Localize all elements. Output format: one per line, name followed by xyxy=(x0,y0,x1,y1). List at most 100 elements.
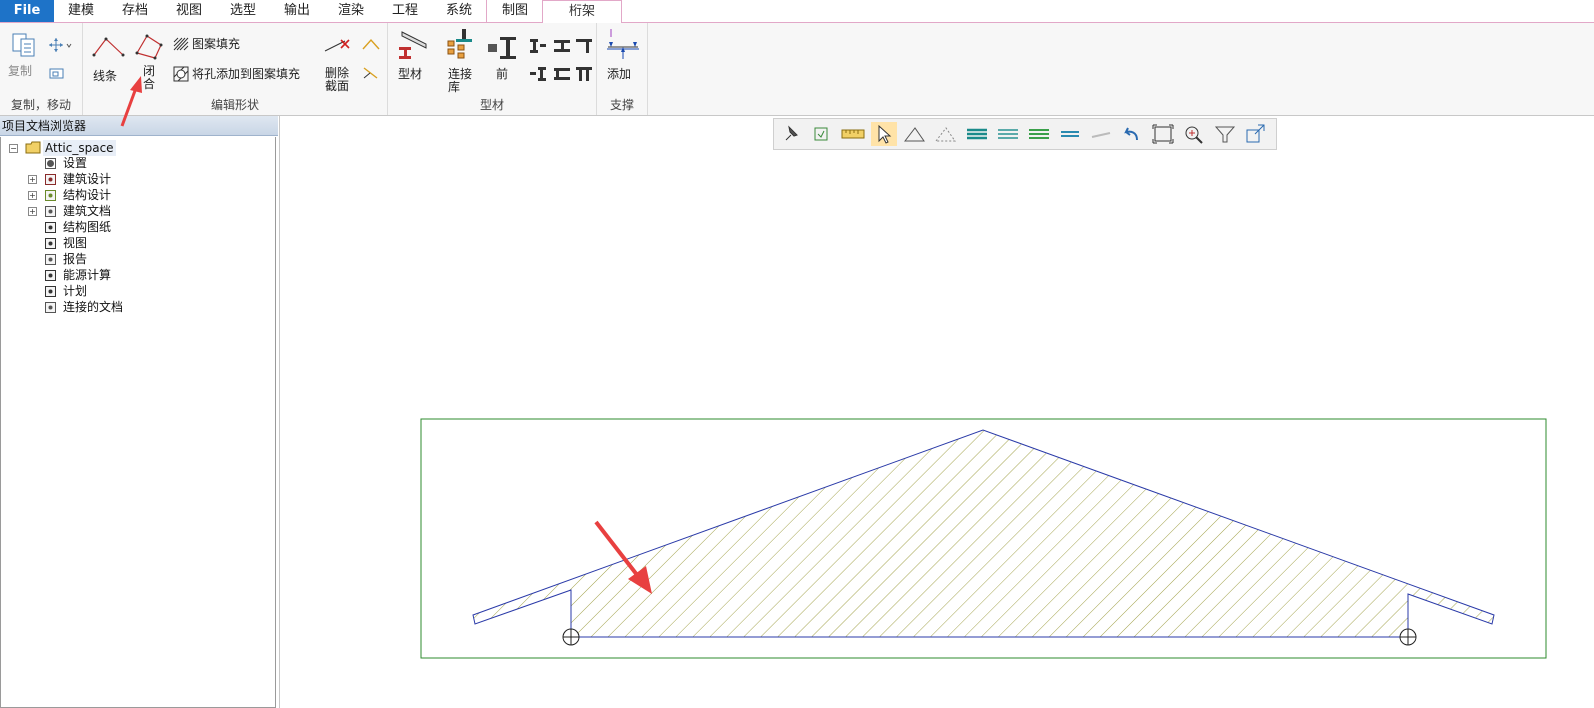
front-label: 前 xyxy=(496,67,509,81)
report-icon xyxy=(45,254,56,265)
project-browser: − Attic_space 设置 + 建筑设计 + 结构设计 + 建筑文档 结构图纸 视图 报告能… xyxy=(0,137,276,708)
select-arrow-icon[interactable] xyxy=(871,122,897,146)
pin-icon[interactable] xyxy=(778,122,804,146)
group-profile: 型材 连接 库 前 型材 xyxy=(388,23,597,115)
root-collapse-toggle[interactable]: − xyxy=(9,144,18,153)
menu-bar: File 建模 存档 视图 选型 输出 渲染 工程 系统 制图 桁架 xyxy=(0,0,1594,24)
menu-file[interactable]: File xyxy=(0,0,54,22)
move-icon[interactable] xyxy=(48,37,74,53)
tree-item[interactable]: 结构图纸 xyxy=(63,219,111,235)
delete-section-button[interactable]: 删除 截面 xyxy=(319,29,357,93)
gear-icon xyxy=(45,158,56,169)
group-copy-move: 复制 复制，移动 xyxy=(0,23,83,115)
filter-icon[interactable] xyxy=(1212,122,1238,146)
front-view-button[interactable]: 前 xyxy=(486,31,520,83)
pattern-fill-label: 图案填充 xyxy=(192,37,241,51)
add-support-button[interactable]: 添加 xyxy=(603,27,643,83)
hole-hatch-icon xyxy=(173,66,189,82)
layers-outline-icon[interactable] xyxy=(995,122,1021,146)
menu-project[interactable]: 工程 xyxy=(378,0,432,22)
ruler-icon[interactable] xyxy=(840,122,866,146)
fit-frame-icon[interactable] xyxy=(1150,122,1176,146)
pattern-fill-button[interactable]: 图案填充 xyxy=(171,35,261,53)
plane-icon[interactable] xyxy=(1088,122,1114,146)
add-hole-label: 将孔添加到图案填充 xyxy=(192,67,301,81)
beam-joint-icon-4[interactable] xyxy=(528,65,548,83)
closed-polygon-icon xyxy=(135,34,163,60)
layers-blue-icon[interactable] xyxy=(1057,122,1083,146)
building-icon xyxy=(45,174,56,185)
tree-item[interactable]: 结构设计 xyxy=(63,187,111,203)
menu-output[interactable]: 输出 xyxy=(270,0,324,22)
support-icon xyxy=(607,29,639,59)
energy-icon xyxy=(45,270,56,281)
group-label-profile: 型材 xyxy=(479,98,504,112)
tree-item[interactable]: 计划 xyxy=(63,283,87,299)
copy-button[interactable]: 复制 xyxy=(6,29,40,79)
beam-joint-icon-3[interactable] xyxy=(574,37,594,55)
undo-arrow-icon[interactable] xyxy=(1119,122,1145,146)
document-set-icon xyxy=(45,206,56,217)
connection-library-icon xyxy=(447,29,472,59)
truss-shape[interactable] xyxy=(472,429,1495,638)
menu-modeling[interactable]: 建模 xyxy=(54,0,108,22)
view-icon xyxy=(45,238,56,249)
beam-joint-icon-2[interactable] xyxy=(552,37,572,55)
add-hole-button[interactable]: 将孔添加到图案填充 xyxy=(171,65,311,83)
library-label-line2: 库 xyxy=(448,80,461,94)
annotation-arrow-ribbon xyxy=(120,76,142,127)
beam-joint-icon-6[interactable] xyxy=(574,65,594,83)
ribbon: 复制 复制，移动 线条 闭 合 图案填充 将孔添加到图案填充 删除 截面 编辑形… xyxy=(0,23,1594,116)
tree-item[interactable]: 报告 xyxy=(63,251,87,267)
tree-item[interactable]: 能源计算 xyxy=(63,267,111,283)
i-beam-profile-icon xyxy=(399,31,427,59)
linked-document-icon xyxy=(45,302,56,313)
slope-line-icon[interactable] xyxy=(361,65,381,81)
refresh-icon[interactable] xyxy=(809,122,835,146)
menu-render[interactable]: 渲染 xyxy=(324,0,378,22)
layers-green-icon[interactable] xyxy=(1026,122,1052,146)
copy-label: 复制 xyxy=(8,64,33,78)
delete-section-icon xyxy=(324,39,350,52)
copy-icon xyxy=(12,33,35,57)
tree-expand-toggle[interactable]: + xyxy=(28,191,37,200)
layers-solid-icon[interactable] xyxy=(964,122,990,146)
menu-system[interactable]: 系统 xyxy=(432,0,486,22)
plan-icon xyxy=(45,286,56,297)
beam-joint-icon-5[interactable] xyxy=(552,65,572,83)
tree-item[interactable]: 连接的文档 xyxy=(63,299,123,315)
view-toolbar xyxy=(773,118,1277,150)
tree-item[interactable]: 建筑设计 xyxy=(63,171,111,187)
zoom-in-icon[interactable] xyxy=(1181,122,1207,146)
menu-view[interactable]: 视图 xyxy=(162,0,216,22)
tree-item[interactable]: 设置 xyxy=(63,155,87,171)
menu-truss[interactable]: 桁架 xyxy=(542,0,622,24)
export-icon[interactable] xyxy=(1243,122,1269,146)
structure-icon xyxy=(45,190,56,201)
folder-icon xyxy=(25,141,41,154)
window-icon[interactable] xyxy=(48,67,66,81)
group-label-copy-move: 复制，移动 xyxy=(10,98,71,112)
profile-label: 型材 xyxy=(398,67,423,81)
triangle-icon[interactable] xyxy=(902,122,928,146)
drawing-canvas[interactable] xyxy=(279,116,1594,708)
tree-item[interactable]: 视图 xyxy=(63,235,87,251)
profile-button[interactable]: 型材 xyxy=(394,27,434,83)
support-node-right[interactable] xyxy=(1399,628,1417,646)
menu-select[interactable]: 选型 xyxy=(216,0,270,22)
truss-drawing xyxy=(420,418,1547,659)
beam-joint-icon-1[interactable] xyxy=(528,37,548,55)
dotted-triangle-icon[interactable] xyxy=(933,122,959,146)
tree-root[interactable]: Attic_space xyxy=(43,140,116,156)
tree-expand-toggle[interactable]: + xyxy=(28,175,37,184)
roof-peak-icon[interactable] xyxy=(361,37,381,51)
hatch-icon xyxy=(173,37,189,51)
polyline-icon xyxy=(92,37,125,57)
connection-library-button[interactable]: 连接 库 xyxy=(440,27,480,94)
support-node-left[interactable] xyxy=(562,628,580,646)
tree-item[interactable]: 建筑文档 xyxy=(63,203,111,219)
group-label-support: 支撑 xyxy=(609,98,634,112)
tree-expand-toggle[interactable]: + xyxy=(28,207,37,216)
menu-drawing[interactable]: 制图 xyxy=(486,0,543,22)
menu-archive[interactable]: 存档 xyxy=(108,0,162,22)
